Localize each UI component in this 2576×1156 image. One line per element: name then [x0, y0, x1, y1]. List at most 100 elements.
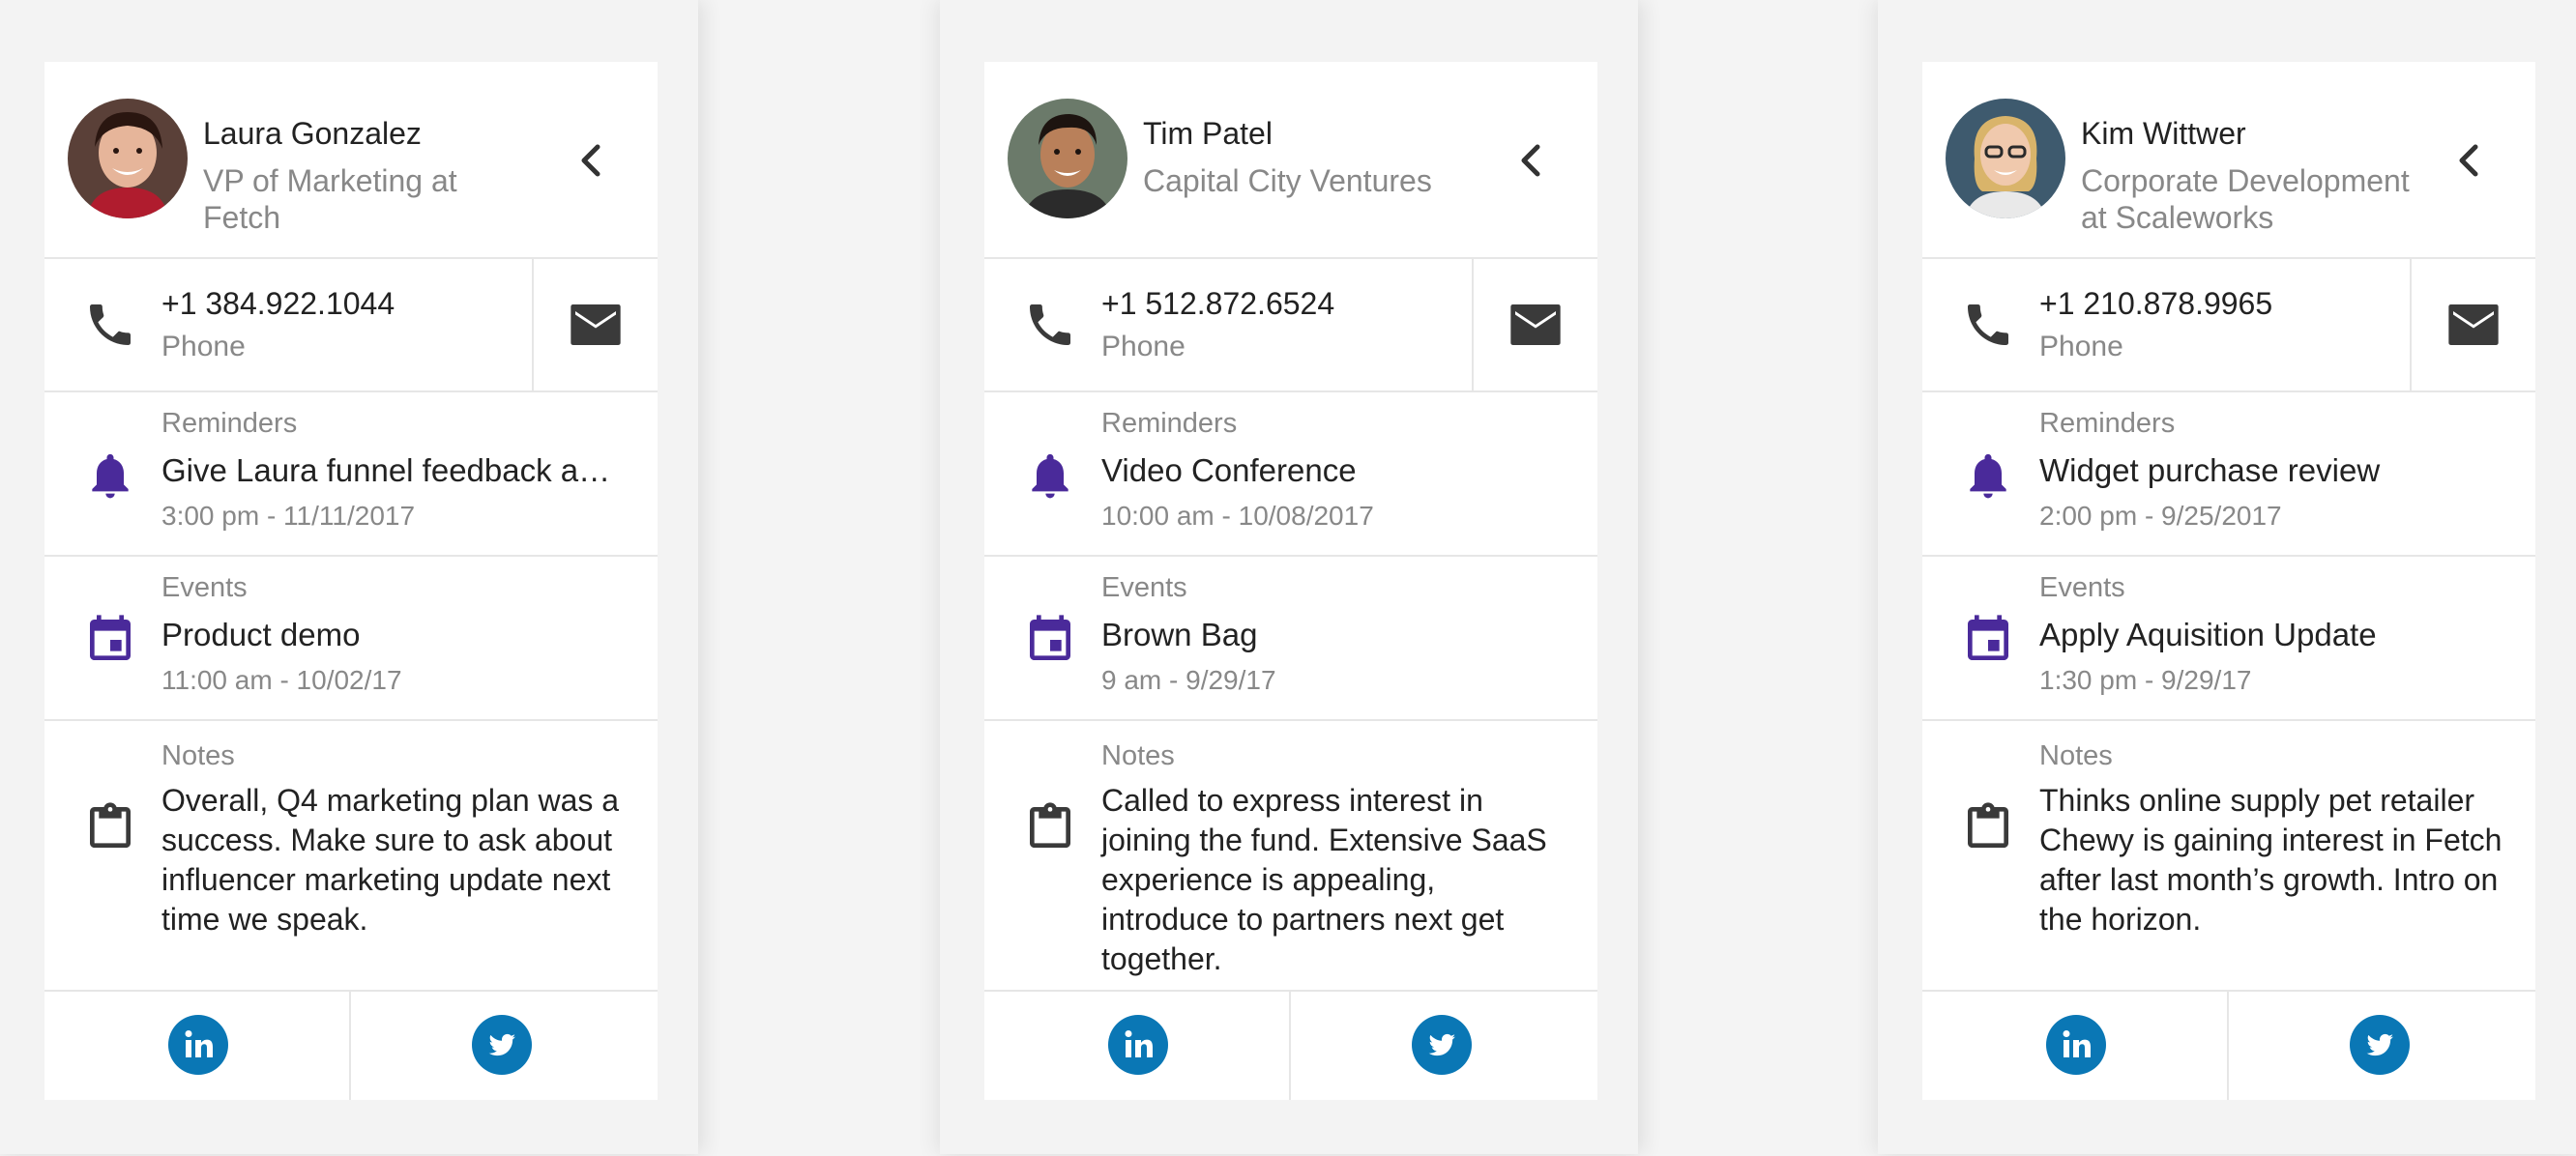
events-row[interactable]: Events Apply Aquisition Update 1:30 pm -…	[1922, 557, 2535, 721]
reminders-row[interactable]: Reminders Give Laura funnel feedback abo…	[44, 392, 658, 557]
bell-icon	[83, 448, 137, 503]
chevron-left-icon[interactable]	[572, 141, 611, 180]
phone-icon	[1961, 298, 2015, 352]
avatar	[1008, 99, 1127, 218]
twitter-icon	[1412, 1015, 1472, 1075]
twitter-button[interactable]	[472, 1015, 532, 1075]
notes-text: Called to express interest in joining th…	[1101, 783, 1547, 976]
avatar	[68, 99, 188, 218]
phone-number[interactable]: +1 210.878.9965	[2039, 286, 2272, 322]
phone-number[interactable]: +1 512.872.6524	[1101, 286, 1334, 322]
phone-icon	[1023, 298, 1077, 352]
reminders-row[interactable]: Reminders Video Conference 10:00 am - 10…	[984, 392, 1597, 557]
notes-label: Notes	[2039, 740, 2113, 771]
chevron-left-icon[interactable]	[2450, 141, 2489, 180]
notes-row[interactable]: Notes Overall, Q4 marketing plan was a s…	[44, 721, 658, 992]
avatar	[1946, 99, 2065, 218]
phone-label: Phone	[1101, 331, 1186, 362]
calendar-icon	[1961, 613, 2015, 667]
notes-label: Notes	[1101, 740, 1175, 771]
clipboard-icon	[83, 800, 137, 854]
email-button[interactable]	[532, 259, 658, 390]
reminder-title: Give Laura funnel feedback about the lau…	[161, 452, 626, 488]
linkedin-cell[interactable]	[984, 992, 1291, 1100]
phone-label: Phone	[2039, 331, 2123, 362]
linkedin-button[interactable]	[2046, 1015, 2106, 1075]
linkedin-cell[interactable]	[1922, 992, 2229, 1100]
contact-name: Tim Patel	[1143, 116, 1273, 151]
contact-subtitle: Corporate Development at Scaleworks	[2081, 163, 2410, 235]
calendar-icon	[1023, 613, 1077, 667]
contact-name: Kim Wittwer	[2081, 116, 2246, 151]
events-label: Events	[1101, 572, 1187, 603]
contact-card: Kim Wittwer Corporate Development at Sca…	[1922, 62, 2535, 1100]
mail-icon	[571, 304, 621, 345]
twitter-cell[interactable]	[2229, 992, 2535, 1100]
contact-name: Laura Gonzalez	[203, 116, 422, 151]
event-time: 9 am - 9/29/17	[1101, 665, 1276, 695]
bell-icon	[1961, 448, 2015, 503]
phone-row[interactable]: +1 210.878.9965 Phone	[1922, 259, 2535, 392]
phone-icon	[83, 298, 137, 352]
email-button[interactable]	[1472, 259, 1597, 390]
twitter-icon	[472, 1015, 532, 1075]
contact-header: Kim Wittwer Corporate Development at Sca…	[1922, 62, 2535, 259]
linkedin-icon	[168, 1015, 228, 1075]
event-title: Product demo	[161, 617, 361, 652]
events-row[interactable]: Events Product demo 11:00 am - 10/02/17	[44, 557, 658, 721]
bell-icon	[1023, 448, 1077, 503]
events-label: Events	[2039, 572, 2125, 603]
reminders-label: Reminders	[1101, 408, 1238, 439]
notes-text: Thinks online supply pet retailer Chewy …	[2039, 783, 2503, 937]
mail-icon	[1510, 304, 1561, 345]
reminders-label: Reminders	[2039, 408, 2176, 439]
notes-label: Notes	[161, 740, 235, 771]
linkedin-icon	[2046, 1015, 2106, 1075]
event-title: Apply Aquisition Update	[2039, 617, 2377, 652]
linkedin-button[interactable]	[1108, 1015, 1168, 1075]
phone-number[interactable]: +1 384.922.1044	[161, 286, 395, 322]
clipboard-icon	[1023, 800, 1077, 854]
contact-card: Laura Gonzalez VP of Marketing at Fetch …	[44, 62, 658, 1100]
social-row	[44, 992, 658, 1100]
phone-row[interactable]: +1 512.872.6524 Phone	[984, 259, 1597, 392]
contact-header: Tim Patel Capital City Ventures	[984, 62, 1597, 259]
reminder-time: 2:00 pm - 9/25/2017	[2039, 501, 2282, 531]
linkedin-cell[interactable]	[44, 992, 351, 1100]
events-label: Events	[161, 572, 248, 603]
events-row[interactable]: Events Brown Bag 9 am - 9/29/17	[984, 557, 1597, 721]
reminder-time: 10:00 am - 10/08/2017	[1101, 501, 1374, 531]
reminders-row[interactable]: Reminders Widget purchase review 2:00 pm…	[1922, 392, 2535, 557]
mail-icon	[2448, 304, 2499, 345]
linkedin-icon	[1108, 1015, 1168, 1075]
event-time: 1:30 pm - 9/29/17	[2039, 665, 2252, 695]
twitter-button[interactable]	[1412, 1015, 1472, 1075]
phone-label: Phone	[161, 331, 246, 362]
social-row	[984, 992, 1597, 1100]
contact-panel-kim: Kim Wittwer Corporate Development at Sca…	[1878, 0, 2576, 1154]
chevron-left-icon[interactable]	[1512, 141, 1551, 180]
notes-row[interactable]: Notes Called to express interest in join…	[984, 721, 1597, 992]
contact-card: Tim Patel Capital City Ventures +1 512.8…	[984, 62, 1597, 1100]
phone-row[interactable]: +1 384.922.1044 Phone	[44, 259, 658, 392]
event-title: Brown Bag	[1101, 617, 1258, 652]
reminder-title: Widget purchase review	[2039, 452, 2381, 488]
reminder-time: 3:00 pm - 11/11/2017	[161, 501, 416, 531]
social-row	[1922, 992, 2535, 1100]
linkedin-button[interactable]	[168, 1015, 228, 1075]
contact-header: Laura Gonzalez VP of Marketing at Fetch	[44, 62, 658, 259]
email-button[interactable]	[2410, 259, 2535, 390]
contact-subtitle: VP of Marketing at Fetch	[203, 163, 457, 235]
twitter-button[interactable]	[2350, 1015, 2410, 1075]
calendar-icon	[83, 613, 137, 667]
contact-panel-tim: Tim Patel Capital City Ventures +1 512.8…	[940, 0, 1638, 1154]
reminder-title: Video Conference	[1101, 452, 1357, 488]
twitter-icon	[2350, 1015, 2410, 1075]
twitter-cell[interactable]	[1291, 992, 1597, 1100]
twitter-cell[interactable]	[351, 992, 658, 1100]
notes-row[interactable]: Notes Thinks online supply pet retailer …	[1922, 721, 2535, 992]
event-time: 11:00 am - 10/02/17	[161, 665, 402, 695]
reminders-label: Reminders	[161, 408, 298, 439]
contact-panel-laura: Laura Gonzalez VP of Marketing at Fetch …	[0, 0, 698, 1154]
contact-subtitle: Capital City Ventures	[1143, 163, 1432, 198]
